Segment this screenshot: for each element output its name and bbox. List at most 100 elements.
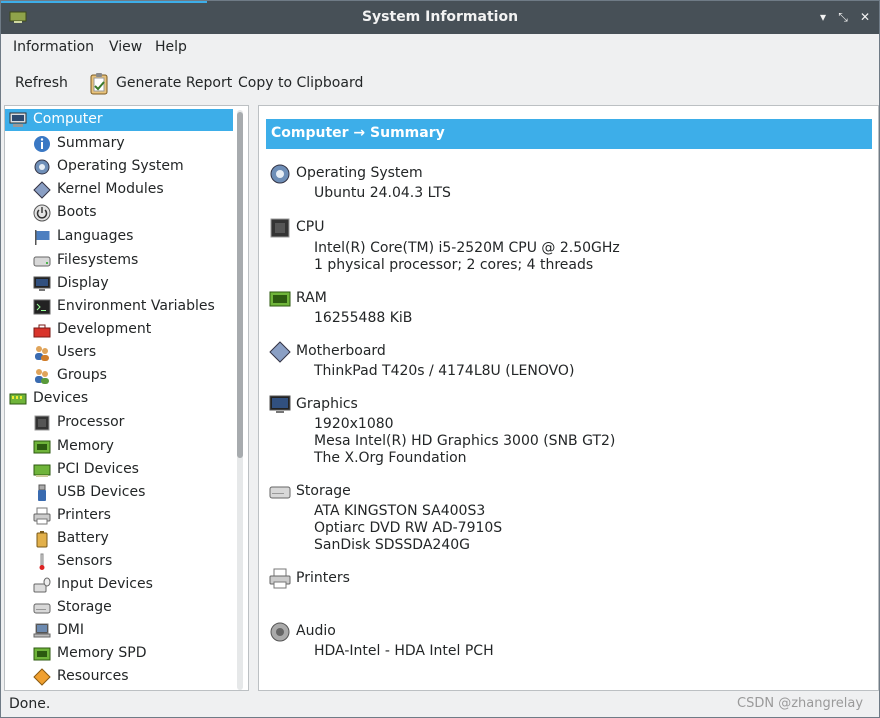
section-title: Storage xyxy=(296,483,351,499)
menu-help[interactable]: Help xyxy=(155,39,187,55)
tree-item-memory-spd[interactable]: Memory SPD xyxy=(5,643,233,665)
tree-label: Processor xyxy=(57,414,125,430)
tree-item-input-devices[interactable]: Input Devices xyxy=(5,574,233,596)
info-line: SanDisk SDSSDA240G xyxy=(314,537,470,553)
tree-label: Sensors xyxy=(57,553,113,569)
info-line: The X.Org Foundation xyxy=(314,450,467,466)
tree-label: Environment Variables xyxy=(57,298,215,314)
tree-label: Kernel Modules xyxy=(57,181,164,197)
refresh-button[interactable]: Refresh xyxy=(15,75,68,91)
menu-view[interactable]: View xyxy=(109,39,142,55)
tree-item-pci-devices[interactable]: PCI Devices xyxy=(5,459,233,481)
tree-label: Display xyxy=(57,275,109,291)
maximize-icon[interactable]: ⤡ xyxy=(835,9,851,25)
printer-icon xyxy=(33,507,51,525)
tree-scroll-thumb[interactable] xyxy=(237,112,243,458)
tree-item-processor[interactable]: Processor xyxy=(5,412,233,434)
monitor-icon xyxy=(33,276,51,291)
tree-label: Filesystems xyxy=(57,252,139,268)
section-title: Operating System xyxy=(296,165,423,181)
tree-label: Input Devices xyxy=(57,576,153,592)
tree-item-development[interactable]: Development xyxy=(5,319,233,341)
tree-label: Memory xyxy=(57,438,114,454)
section-title: Motherboard xyxy=(296,343,386,359)
toolbar: Refresh Generate Report Copy to Clipboar… xyxy=(1,64,879,102)
tree-item-battery[interactable]: Battery xyxy=(5,528,233,550)
menu-information[interactable]: Information xyxy=(13,39,94,55)
tree-item-operating-system[interactable]: Operating System xyxy=(5,156,233,178)
info-line: Intel(R) Core(TM) i5-2520M CPU @ 2.50GHz xyxy=(314,240,620,256)
tree-label: Groups xyxy=(57,367,107,383)
resources-icon xyxy=(33,668,51,686)
tree-label: Boots xyxy=(57,204,97,220)
tree-item-kernel-modules[interactable]: Kernel Modules xyxy=(5,179,233,201)
harddisk-icon xyxy=(33,256,51,267)
minimize-icon[interactable]: ▾ xyxy=(815,9,831,25)
info-line: 1 physical processor; 2 cores; 4 threads xyxy=(314,257,594,273)
printer-icon xyxy=(269,568,291,589)
info-line: Mesa Intel(R) HD Graphics 3000 (SNB GT2) xyxy=(314,433,616,449)
tree-item-groups[interactable]: Groups xyxy=(5,365,233,387)
section-header: Computer → Summary xyxy=(266,119,872,149)
toolbox-icon xyxy=(33,324,51,338)
keyboard-mouse-icon xyxy=(33,577,51,593)
tree-item-languages[interactable]: Languages xyxy=(5,226,233,248)
tree-label: Battery xyxy=(57,530,109,546)
copy-clipboard-button[interactable]: Copy to Clipboard xyxy=(238,75,363,91)
tree-item-filesystems[interactable]: Filesystems xyxy=(5,250,233,272)
summary-panel: Computer → Summary Operating System Ubun… xyxy=(258,105,879,691)
accent-line xyxy=(1,1,207,3)
menu-bar: Information View Help xyxy=(1,34,879,62)
tree-item-dmi[interactable]: DMI xyxy=(5,620,233,642)
tree-item-sensors[interactable]: Sensors xyxy=(5,551,233,573)
power-icon xyxy=(33,204,51,222)
generate-report-button[interactable]: Generate Report xyxy=(116,75,232,91)
pci-card-icon xyxy=(33,464,51,477)
tree-item-storage[interactable]: Storage xyxy=(5,597,233,619)
tree-item-resources[interactable]: Resources xyxy=(5,666,233,688)
tree-label: Devices xyxy=(33,390,89,406)
computer-icon xyxy=(9,112,27,127)
tree-item-computer[interactable]: Computer xyxy=(5,109,233,131)
clipboard-report-icon xyxy=(90,73,108,95)
tree-label: Users xyxy=(57,344,97,360)
tree-label: Languages xyxy=(57,228,134,244)
storage-icon xyxy=(269,486,291,499)
storage-icon xyxy=(33,603,51,614)
tree-item-boots[interactable]: Boots xyxy=(5,202,233,224)
status-bar-text: Done. xyxy=(9,696,51,712)
memory-icon xyxy=(269,291,291,307)
tree-item-display[interactable]: Display xyxy=(5,273,233,295)
gear-icon xyxy=(34,159,50,175)
info-line: Optiarc DVD RW AD-7910S xyxy=(314,520,503,536)
flag-icon xyxy=(35,230,50,245)
cpu-icon xyxy=(270,218,290,238)
info-line: HDA-Intel - HDA Intel PCH xyxy=(314,643,494,659)
tree-item-usb-devices[interactable]: USB Devices xyxy=(5,482,233,504)
info-line: 1920x1080 xyxy=(314,416,394,432)
section-title: Printers xyxy=(296,570,350,586)
tree-item-summary[interactable]: Summary xyxy=(5,133,233,155)
section-title: Audio xyxy=(296,623,336,639)
tree-item-devices[interactable]: Devices xyxy=(5,388,233,410)
usb-icon xyxy=(38,484,46,501)
tree-label: DMI xyxy=(57,622,84,638)
title-bar[interactable]: System Information ▾ ⤡ ✕ xyxy=(1,1,879,34)
cpu-icon xyxy=(34,415,50,431)
tree-item-memory[interactable]: Memory xyxy=(5,436,233,458)
tree-label: USB Devices xyxy=(57,484,146,500)
groups-icon xyxy=(35,369,49,384)
watermark: CSDN @zhangrelay xyxy=(737,696,864,711)
close-icon[interactable]: ✕ xyxy=(857,9,873,25)
section-title: RAM xyxy=(296,290,327,306)
category-tree[interactable]: Computer Summary Operating System Kernel… xyxy=(4,105,249,691)
tree-item-printers[interactable]: Printers xyxy=(5,505,233,527)
memory-spd-icon xyxy=(33,647,51,661)
memory-icon xyxy=(33,440,51,454)
tree-item-users[interactable]: Users xyxy=(5,342,233,364)
tree-item-environment-variables[interactable]: Environment Variables xyxy=(5,296,233,318)
section-title: Graphics xyxy=(296,396,358,412)
app-window: System Information ▾ ⤡ ✕ Information Vie… xyxy=(0,0,880,718)
battery-icon xyxy=(36,531,48,548)
speaker-icon xyxy=(270,622,290,642)
